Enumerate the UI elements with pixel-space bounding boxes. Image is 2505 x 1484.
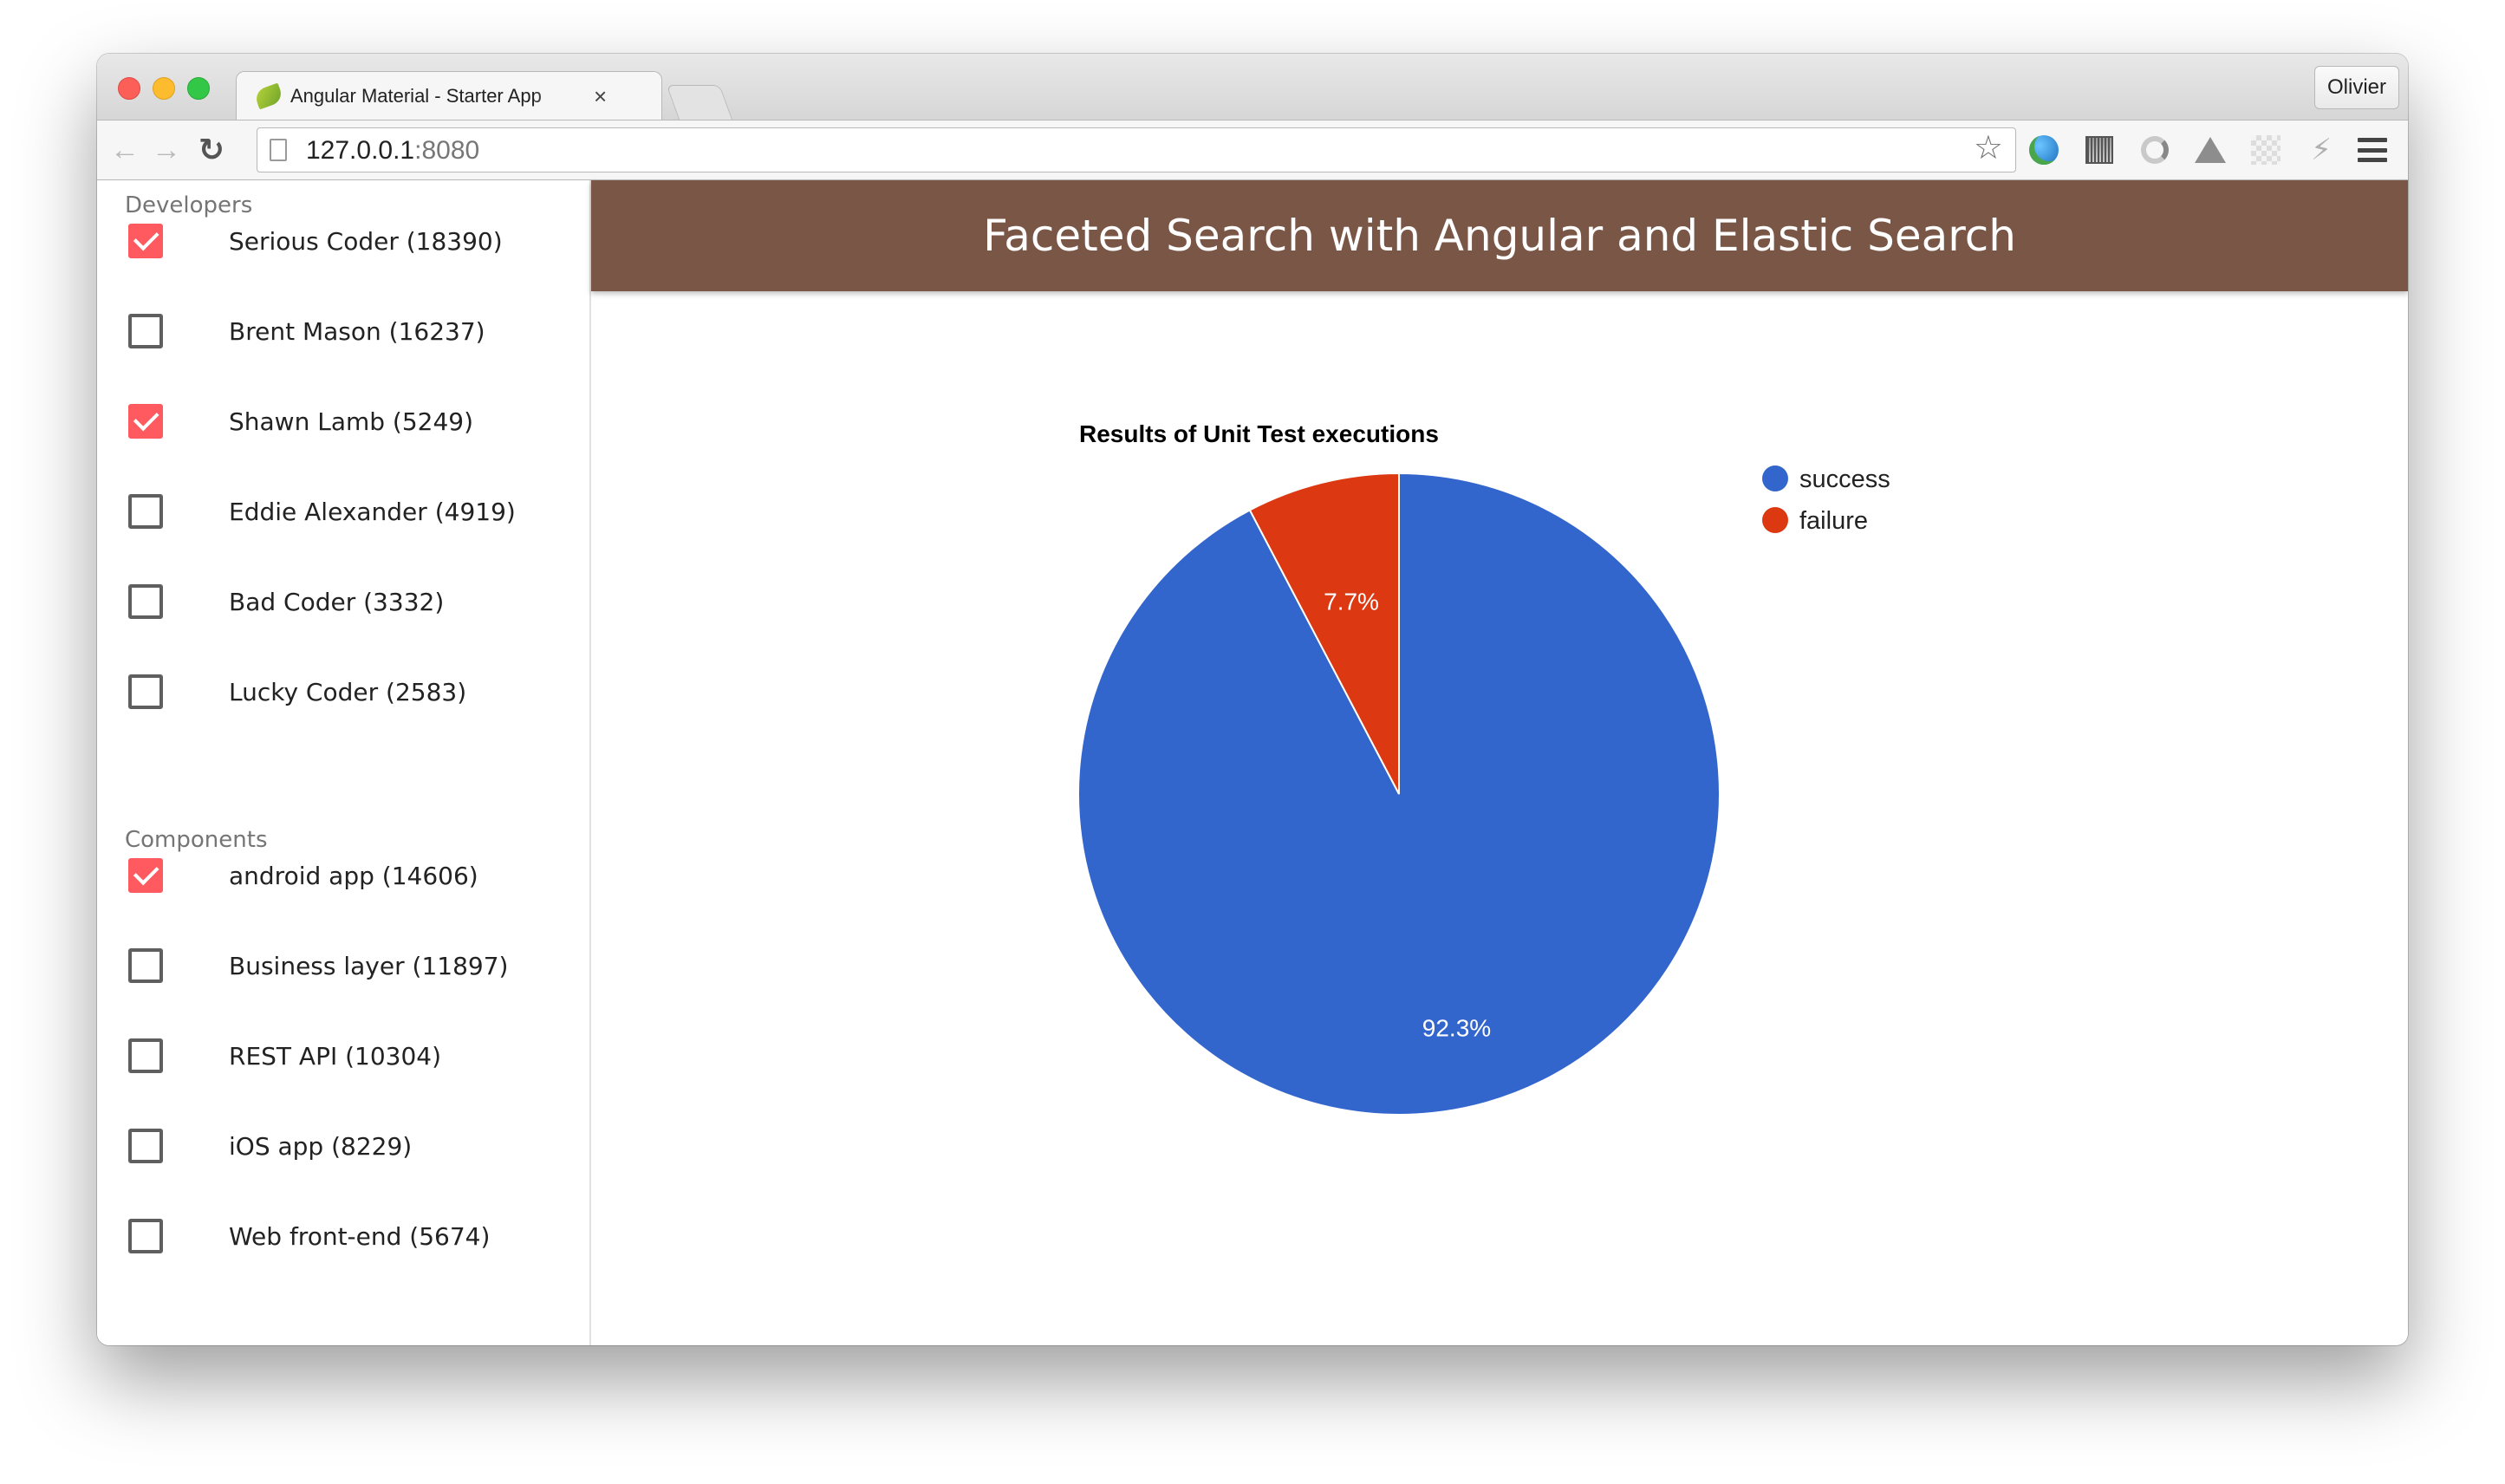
chart-legend: success failure: [1762, 465, 1890, 535]
pie-chart: Results of Unit Test executions 92.3% 7.7…: [1077, 420, 1890, 1116]
checkmark-icon: [133, 859, 159, 886]
new-tab-button[interactable]: [666, 85, 733, 120]
chart-title: Results of Unit Test executions: [1079, 420, 1439, 447]
slice-label-failure: 7.7%: [1324, 588, 1379, 615]
developer-facet-label: Eddie Alexander (4919): [229, 497, 516, 526]
facet-sidebar: Developers Serious Coder (18390) Brent Ma…: [97, 180, 591, 1345]
tab-close-icon[interactable]: ×: [594, 85, 607, 107]
legend-label-failure[interactable]: failure: [1799, 507, 1868, 535]
developer-facet-row[interactable]: Serious Coder (18390): [128, 215, 503, 267]
pie-slices: [1077, 472, 1721, 1116]
component-checkbox[interactable]: [128, 1219, 163, 1253]
component-checkbox[interactable]: [128, 858, 163, 893]
legend-marker-success[interactable]: [1762, 465, 1788, 491]
swirl-extension-icon[interactable]: [2137, 133, 2172, 167]
component-facet-label: REST API (10304): [229, 1041, 442, 1071]
developer-facet-label: Serious Coder (18390): [229, 226, 503, 256]
zoom-window-button[interactable]: [187, 77, 210, 100]
developer-facet-label: Bad Coder (3332): [229, 587, 445, 616]
main-panel: Faceted Search with Angular and Elastic …: [591, 180, 2408, 1345]
developer-facet-label: Shawn Lamb (5249): [229, 407, 474, 436]
checker-extension-icon[interactable]: [2248, 133, 2283, 167]
browser-toolbar: ← → ↻ 127.0.0.1:8080 ☆ ⚡: [97, 120, 2408, 180]
developer-checkbox[interactable]: [128, 404, 163, 439]
developer-checkbox[interactable]: [128, 314, 163, 348]
reload-icon[interactable]: ↻: [194, 131, 229, 169]
component-facet-label: android app (14606): [229, 861, 478, 890]
slice-label-success: 92.3%: [1422, 1014, 1491, 1041]
developer-facet-row[interactable]: Lucky Coder (2583): [128, 666, 466, 718]
menu-icon[interactable]: [2358, 134, 2387, 166]
forward-arrow-icon[interactable]: →: [149, 131, 184, 169]
bolt-extension-icon[interactable]: ⚡: [2304, 133, 2339, 167]
developer-facet-row[interactable]: Bad Coder (3332): [128, 576, 444, 628]
page-icon: [270, 139, 287, 161]
legend-marker-failure[interactable]: [1762, 507, 1788, 533]
developer-facet-row[interactable]: Shawn Lamb (5249): [128, 395, 473, 447]
tab-title: Angular Material - Starter App: [290, 85, 542, 107]
developer-checkbox[interactable]: [128, 674, 163, 709]
developer-facet-label: Lucky Coder (2583): [229, 677, 467, 706]
url-port: :8080: [414, 136, 480, 165]
profile-button[interactable]: Olivier: [2313, 66, 2399, 109]
minimize-window-button[interactable]: [153, 77, 175, 100]
component-facet-row[interactable]: Web front-end (5674): [128, 1210, 490, 1262]
url-text[interactable]: 127.0.0.1:8080: [306, 136, 479, 166]
developer-checkbox[interactable]: [128, 224, 163, 258]
page-content: Developers Serious Coder (18390) Brent Ma…: [97, 180, 2408, 1345]
star-icon[interactable]: ☆: [1974, 132, 2003, 165]
checkmark-icon: [133, 225, 159, 251]
component-checkbox[interactable]: [128, 948, 163, 983]
component-facet-row[interactable]: android app (14606): [128, 849, 478, 901]
checkmark-icon: [133, 405, 159, 432]
close-window-button[interactable]: [118, 77, 140, 100]
component-facet-label: Web front-end (5674): [229, 1221, 491, 1251]
drive-extension-icon[interactable]: [2193, 133, 2228, 167]
back-arrow-icon[interactable]: ←: [107, 131, 142, 169]
app-toolbar: Faceted Search with Angular and Elastic …: [591, 180, 2408, 291]
browser-window: Angular Material - Starter App × Olivier…: [97, 54, 2408, 1345]
url-host: 127.0.0.1: [306, 136, 415, 165]
developer-facet-row[interactable]: Eddie Alexander (4919): [128, 485, 516, 537]
component-checkbox[interactable]: [128, 1038, 163, 1073]
browser-tab[interactable]: Angular Material - Starter App ×: [236, 71, 662, 120]
globe-extension-icon[interactable]: [2027, 133, 2061, 167]
developer-facet-label: Brent Mason (16237): [229, 316, 485, 346]
qr-code-extension-icon[interactable]: [2082, 133, 2117, 167]
component-facet-label: Business layer (11897): [229, 951, 509, 980]
developer-facet-row[interactable]: Brent Mason (16237): [128, 305, 485, 357]
legend-label-success[interactable]: success: [1799, 465, 1890, 493]
leaf-favicon-icon: [253, 82, 284, 110]
component-facet-row[interactable]: Business layer (11897): [128, 940, 508, 992]
component-facet-row[interactable]: REST API (10304): [128, 1030, 441, 1082]
title-bar: Angular Material - Starter App × Olivier: [97, 54, 2408, 120]
address-bar[interactable]: 127.0.0.1:8080 ☆: [257, 127, 2016, 172]
component-facet-label: iOS app (8229): [229, 1131, 413, 1161]
developer-checkbox[interactable]: [128, 584, 163, 619]
component-facet-row[interactable]: iOS app (8229): [128, 1120, 412, 1172]
page-title: Faceted Search with Angular and Elastic …: [983, 211, 2016, 261]
developer-checkbox[interactable]: [128, 494, 163, 529]
component-checkbox[interactable]: [128, 1129, 163, 1163]
